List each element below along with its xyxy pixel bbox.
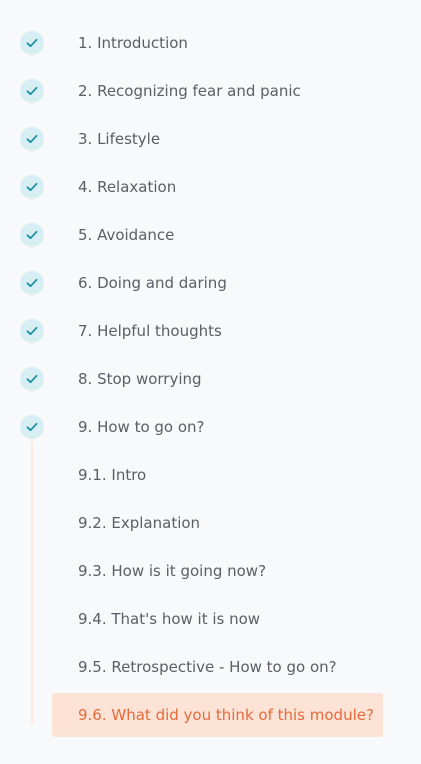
- module-item-6[interactable]: 6. Doing and daring: [0, 259, 421, 307]
- module-navigation: 1. Introduction 2. Recognizing fear and …: [0, 0, 421, 764]
- module-item-9[interactable]: 9. How to go on?: [0, 403, 421, 451]
- checkmark-icon: [20, 415, 44, 439]
- checkmark-icon: [20, 271, 44, 295]
- subitem-label: 9.3. How is it going now?: [78, 562, 267, 580]
- module-label: 8. Stop worrying: [78, 370, 202, 388]
- module-label: 6. Doing and daring: [78, 274, 227, 292]
- module-label: 5. Avoidance: [78, 226, 175, 244]
- subitem-9-5[interactable]: 9.5. Retrospective - How to go on?: [0, 643, 421, 691]
- subitem-label: 9.6. What did you think of this module?: [78, 706, 374, 724]
- subitem-label: 9.4. That's how it is now: [78, 610, 261, 628]
- module-label: 3. Lifestyle: [78, 130, 161, 148]
- subitem-9-4[interactable]: 9.4. That's how it is now: [0, 595, 421, 643]
- subitem-label: 9.2. Explanation: [78, 514, 201, 532]
- module-label: 7. Helpful thoughts: [78, 322, 222, 340]
- subitem-9-3[interactable]: 9.3. How is it going now?: [0, 547, 421, 595]
- checkmark-icon: [20, 223, 44, 247]
- module-item-4[interactable]: 4. Relaxation: [0, 163, 421, 211]
- checkmark-icon: [20, 319, 44, 343]
- module-item-5[interactable]: 5. Avoidance: [0, 211, 421, 259]
- subitem-9-1[interactable]: 9.1. Intro: [0, 451, 421, 499]
- module-item-2[interactable]: 2. Recognizing fear and panic: [0, 67, 421, 115]
- module-item-7[interactable]: 7. Helpful thoughts: [0, 307, 421, 355]
- module-item-3[interactable]: 3. Lifestyle: [0, 115, 421, 163]
- subitem-label: 9.1. Intro: [78, 466, 147, 484]
- module-label: 9. How to go on?: [78, 418, 205, 436]
- subitem-9-2[interactable]: 9.2. Explanation: [0, 499, 421, 547]
- checkmark-icon: [20, 127, 44, 151]
- subitem-9-6-active[interactable]: 9.6. What did you think of this module?: [0, 691, 421, 739]
- subitem-label: 9.5. Retrospective - How to go on?: [78, 658, 337, 676]
- checkmark-icon: [20, 175, 44, 199]
- checkmark-icon: [20, 367, 44, 391]
- checkmark-icon: [20, 79, 44, 103]
- module-item-8[interactable]: 8. Stop worrying: [0, 355, 421, 403]
- module-label: 4. Relaxation: [78, 178, 177, 196]
- checkmark-icon: [20, 31, 44, 55]
- module-label: 1. Introduction: [78, 34, 188, 52]
- module-item-1[interactable]: 1. Introduction: [0, 19, 421, 67]
- module-label: 2. Recognizing fear and panic: [78, 82, 301, 100]
